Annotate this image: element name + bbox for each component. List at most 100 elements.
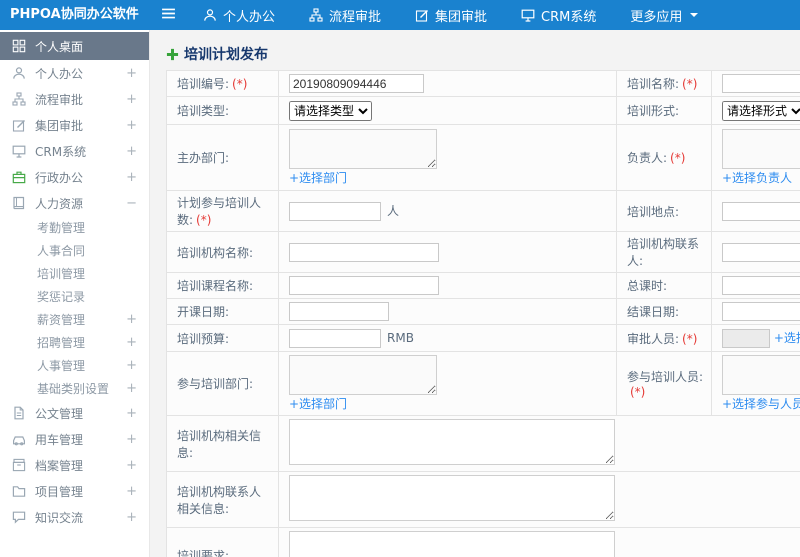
field-label: 培训课程名称: <box>166 272 279 299</box>
nav-more-apps[interactable]: 更多应用 <box>613 0 715 30</box>
expand-icon[interactable]: + <box>126 381 137 396</box>
nav-group-approval[interactable]: 集团审批 <box>398 0 504 30</box>
select-dept-link[interactable]: +选择部门 <box>289 169 347 186</box>
course-name-input[interactable] <box>289 276 439 295</box>
field-label: 参与培训人员:(*) <box>616 351 712 416</box>
total-hours-input[interactable] <box>722 276 800 295</box>
budget-input[interactable] <box>289 328 381 348</box>
expand-icon[interactable]: + <box>126 335 137 350</box>
sidebar-item-crm-system[interactable]: CRM系统 + <box>0 138 149 164</box>
top-bar: PHPOA协同办公软件 个人办公 流程审批 集团审批 CRM系统 更多应用 <box>0 0 800 30</box>
sidebar-item-project[interactable]: 项目管理 + <box>0 478 149 504</box>
sidebar-item-attendance[interactable]: 考勤管理 <box>0 216 149 239</box>
expand-icon[interactable]: + <box>126 358 137 373</box>
expand-icon[interactable]: + <box>126 406 137 421</box>
sidebar-item-personnel[interactable]: 人事管理 + <box>0 354 149 377</box>
end-date-input[interactable] <box>722 302 800 321</box>
field-label: 计划参与培训人数: (*) <box>166 190 279 232</box>
sidebar-item-reward-record[interactable]: 奖惩记录 <box>0 285 149 308</box>
nav-crm-system[interactable]: CRM系统 <box>504 0 613 30</box>
required-mark: (*) <box>630 385 646 399</box>
field-label: 审批人员: (*) <box>616 324 712 352</box>
sidebar-item-archive[interactable]: 档案管理 + <box>0 452 149 478</box>
train-no-input[interactable] <box>289 74 424 93</box>
org-name-input[interactable] <box>289 242 439 262</box>
join-people-textarea[interactable] <box>722 355 800 395</box>
org-info-textarea[interactable] <box>289 419 615 465</box>
flow-icon <box>309 8 323 22</box>
chat-icon <box>12 510 26 524</box>
required-mark: (*) <box>196 213 212 227</box>
sidebar-item-personal-office[interactable]: 个人办公 + <box>0 60 149 86</box>
approver-input[interactable] <box>722 328 770 348</box>
sidebar-item-salary[interactable]: 薪资管理 + <box>0 308 149 331</box>
start-date-input[interactable] <box>289 302 389 321</box>
org-contact-info-textarea[interactable] <box>289 475 615 521</box>
train-mode-select[interactable]: 请选择形式 <box>722 100 800 121</box>
select-join-dept-link[interactable]: +选择部门 <box>289 395 347 412</box>
expand-icon[interactable]: + <box>126 92 137 107</box>
expand-icon[interactable]: + <box>126 432 137 447</box>
sidebar-item-hr[interactable]: 人力资源 − <box>0 190 149 216</box>
field-label: 培训机构相关信息: <box>166 415 279 472</box>
sidebar-item-document[interactable]: 公文管理 + <box>0 400 149 426</box>
expand-icon[interactable]: + <box>126 510 137 525</box>
edit-icon <box>12 118 26 132</box>
document-icon <box>12 406 26 420</box>
requirement-textarea[interactable] <box>289 531 615 557</box>
field-label: 培训地点: <box>616 190 712 232</box>
field-label: 培训预算: <box>166 324 279 352</box>
field-label: 负责人: (*) <box>616 124 712 191</box>
train-name-input[interactable] <box>722 74 800 93</box>
sidebar-item-recruit[interactable]: 招聘管理 + <box>0 331 149 354</box>
edit-icon <box>415 8 429 22</box>
collapse-icon[interactable]: − <box>126 196 137 211</box>
nav-personal-office[interactable]: 个人办公 <box>186 0 292 30</box>
hamburger-menu-button[interactable] <box>150 0 186 30</box>
sidebar-item-personal-desktop[interactable]: 个人桌面 <box>0 32 149 60</box>
field-label: 总课时: <box>616 272 712 299</box>
field-label: 培训形式: <box>616 96 712 125</box>
car-icon <box>12 432 26 446</box>
expand-icon[interactable]: + <box>126 118 137 133</box>
caret-down-icon <box>690 13 699 21</box>
flow-icon <box>12 92 26 106</box>
sidebar-item-knowledge[interactable]: 知识交流 + <box>0 504 149 530</box>
expand-icon[interactable]: + <box>126 484 137 499</box>
org-contact-input[interactable] <box>722 242 800 262</box>
briefcase-icon <box>12 170 26 184</box>
add-plus-icon <box>166 48 179 61</box>
sidebar-item-admin-office[interactable]: 行政办公 + <box>0 164 149 190</box>
planned-count-input[interactable] <box>289 201 381 221</box>
sidebar-item-vehicle[interactable]: 用车管理 + <box>0 426 149 452</box>
sidebar-item-group-approval[interactable]: 集团审批 + <box>0 112 149 138</box>
sidebar-item-hr-contract[interactable]: 人事合同 <box>0 239 149 262</box>
expand-icon[interactable]: + <box>126 66 137 81</box>
expand-icon[interactable]: + <box>126 458 137 473</box>
expand-icon[interactable]: + <box>126 312 137 327</box>
folder-icon <box>12 484 26 498</box>
sidebar-item-training[interactable]: 培训管理 <box>0 262 149 285</box>
field-label: 培训机构联系人相关信息: <box>166 471 279 528</box>
page-title: 培训计划发布 <box>166 44 800 64</box>
select-join-people-link[interactable]: +选择参与人员 <box>722 395 800 412</box>
training-plan-form: 培训编号:(*) 培训名称:(*) 培训类型: 请选择类型 培训形式: 请选择形… <box>166 70 800 557</box>
location-input[interactable] <box>722 201 800 221</box>
field-label: 培训类型: <box>166 96 279 125</box>
train-type-select[interactable]: 请选择类型 <box>289 100 372 121</box>
sidebar-item-process-approval[interactable]: 流程审批 + <box>0 86 149 112</box>
desktop-grid-icon <box>12 39 26 53</box>
select-leader-link[interactable]: +选择负责人 <box>722 169 792 186</box>
book-icon <box>12 196 26 210</box>
sidebar: 个人桌面 个人办公 + 流程审批 + 集团审批 + CRM系统 + 行政办公 +… <box>0 30 150 557</box>
leader-textarea[interactable] <box>722 129 800 169</box>
expand-icon[interactable]: + <box>126 144 137 159</box>
sidebar-item-base-category[interactable]: 基础类别设置 + <box>0 377 149 400</box>
join-dept-textarea[interactable] <box>289 355 437 395</box>
field-label: 培训编号: (*) <box>166 70 279 97</box>
select-approver-link[interactable]: +选择审批 <box>774 329 800 346</box>
unit-suffix: 人 <box>387 203 400 218</box>
nav-process-approval[interactable]: 流程审批 <box>292 0 398 30</box>
host-dept-textarea[interactable] <box>289 129 437 169</box>
expand-icon[interactable]: + <box>126 170 137 185</box>
